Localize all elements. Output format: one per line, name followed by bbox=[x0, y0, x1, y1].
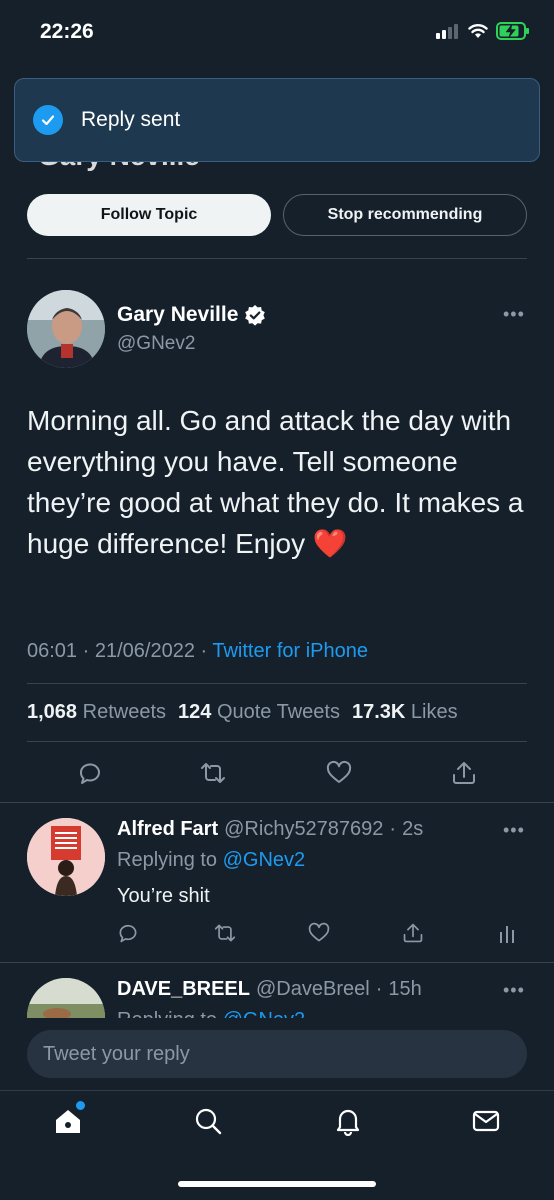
reply-input[interactable]: Tweet your reply bbox=[27, 1030, 527, 1078]
meta-separator: · bbox=[82, 640, 95, 662]
reply-icon[interactable] bbox=[77, 760, 103, 786]
like-icon[interactable] bbox=[308, 922, 330, 944]
signal-icon bbox=[436, 24, 458, 39]
reply-age: 15h bbox=[388, 978, 422, 1000]
quotes-label: Quote Tweets bbox=[216, 701, 340, 723]
retweet-icon[interactable] bbox=[200, 760, 226, 786]
reply-author-handle[interactable]: @Richy52787692 bbox=[224, 818, 383, 841]
retweets-label: Retweets bbox=[82, 701, 166, 723]
toast-message: Reply sent bbox=[81, 108, 181, 131]
retweet-count: 1,068 bbox=[27, 701, 78, 723]
reply-author-name[interactable]: DAVE_BREEL bbox=[117, 978, 250, 1001]
replying-to: Replying to @GNev2 bbox=[117, 849, 305, 872]
tweet-stats: 1,068 Retweets 124 Quote Tweets 17.3K Li… bbox=[27, 701, 458, 724]
like-count: 17.3K bbox=[351, 701, 406, 723]
more-options-icon[interactable]: ••• bbox=[503, 304, 525, 325]
divider bbox=[0, 802, 554, 803]
reply-header: Alfred Fart @Richy52787692 · 2s bbox=[117, 818, 423, 841]
share-icon[interactable] bbox=[451, 760, 477, 786]
tweet-text: Morning all. Go and attack the day with … bbox=[27, 405, 524, 559]
tweet-time: 06:01 bbox=[27, 640, 78, 662]
likes-stat[interactable]: 17.3K Likes bbox=[352, 701, 458, 724]
divider bbox=[27, 258, 527, 259]
author-handle[interactable]: @GNev2 bbox=[117, 333, 195, 355]
divider bbox=[27, 683, 527, 684]
like-icon[interactable] bbox=[326, 760, 352, 786]
replying-to-handle[interactable]: @GNev2 bbox=[223, 849, 306, 871]
reply-text: You’re shit bbox=[117, 885, 210, 907]
meta-separator: · bbox=[389, 818, 397, 840]
replying-to-label: Replying to bbox=[117, 849, 218, 871]
home-icon[interactable] bbox=[53, 1106, 83, 1136]
more-options-icon[interactable]: ••• bbox=[503, 980, 525, 1001]
notification-dot bbox=[76, 1101, 85, 1110]
reply-sent-toast[interactable]: Reply sent bbox=[14, 78, 540, 162]
follow-topic-button[interactable]: Follow Topic bbox=[27, 194, 271, 236]
battery-charging-icon bbox=[496, 22, 529, 40]
notifications-icon[interactable] bbox=[333, 1106, 363, 1136]
reply-avatar[interactable] bbox=[27, 818, 105, 896]
retweet-icon[interactable] bbox=[214, 922, 236, 944]
reply-icon[interactable] bbox=[117, 922, 139, 944]
status-icons bbox=[436, 22, 530, 40]
quotes-stat[interactable]: 124 Quote Tweets bbox=[178, 701, 340, 724]
verified-badge-icon bbox=[245, 305, 266, 326]
reply-author-name[interactable]: Alfred Fart bbox=[117, 818, 218, 841]
search-icon[interactable] bbox=[193, 1106, 223, 1136]
wifi-icon bbox=[468, 24, 488, 38]
tweet-source-link[interactable]: Twitter for iPhone bbox=[212, 640, 368, 662]
meta-separator: · bbox=[200, 640, 213, 662]
messages-icon[interactable] bbox=[471, 1106, 501, 1136]
retweets-stat[interactable]: 1,068 Retweets bbox=[27, 701, 166, 724]
status-time: 22:26 bbox=[40, 20, 94, 43]
home-indicator bbox=[178, 1181, 376, 1187]
author-avatar[interactable] bbox=[27, 290, 105, 368]
divider bbox=[0, 962, 554, 963]
author-name-row[interactable]: Gary Neville bbox=[117, 303, 266, 327]
quote-count: 124 bbox=[178, 701, 212, 723]
stop-recommending-button[interactable]: Stop recommending bbox=[283, 194, 527, 236]
more-options-icon[interactable]: ••• bbox=[503, 820, 525, 841]
divider bbox=[27, 741, 527, 742]
analytics-icon[interactable] bbox=[498, 922, 516, 944]
share-icon[interactable] bbox=[402, 922, 424, 944]
reply-author-handle[interactable]: @DaveBreel bbox=[256, 978, 370, 1001]
reply-header: DAVE_BREEL @DaveBreel · 15h bbox=[117, 978, 422, 1001]
likes-label: Likes bbox=[410, 701, 458, 723]
check-icon bbox=[33, 105, 63, 135]
meta-separator: · bbox=[375, 978, 383, 1000]
author-name: Gary Neville bbox=[117, 303, 239, 326]
reply-age: 2s bbox=[402, 818, 424, 840]
tweet-meta: 06:01 · 21/06/2022 · Twitter for iPhone bbox=[27, 640, 368, 663]
tweet-date: 21/06/2022 bbox=[94, 640, 195, 662]
